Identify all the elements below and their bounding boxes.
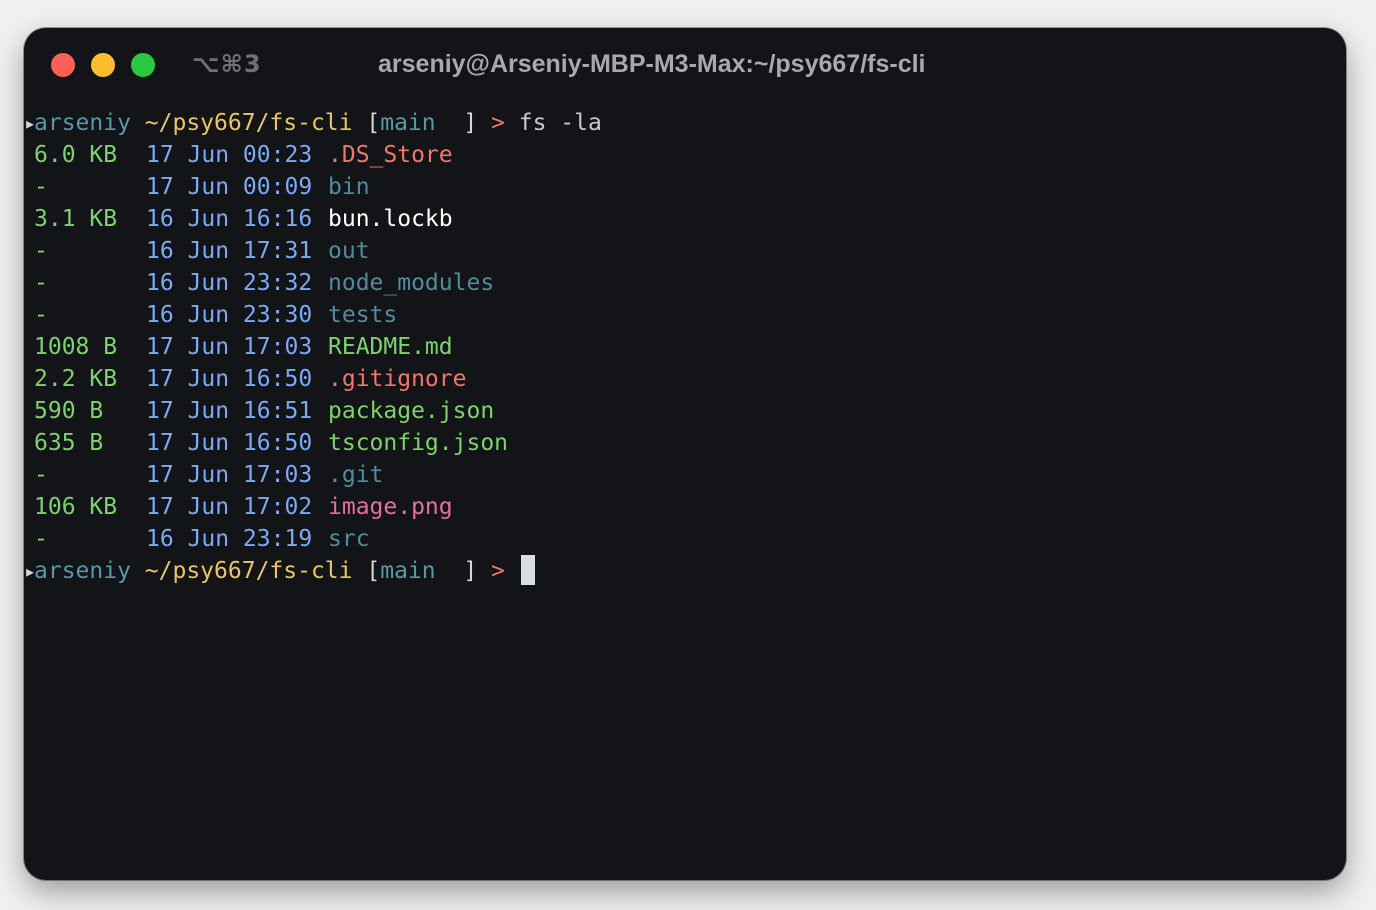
prompt-command: fs -la — [518, 110, 602, 136]
file-name: image.png — [328, 494, 453, 520]
file-name: bun.lockb — [328, 206, 453, 232]
file-size: 635 B — [34, 430, 104, 456]
prompt-close-bracket: ] — [463, 558, 478, 584]
file-size: 106 KB — [34, 494, 118, 520]
terminal-output[interactable]: ▸arseniy ~/psy667/fs-cli [main ] > fs -l… — [24, 107, 1346, 587]
window-title: arseniy@Arseniy-MBP-M3-Max:~/psy667/fs-c… — [378, 50, 926, 78]
file-date: 17 Jun 16:51 — [146, 398, 313, 424]
file-date: 17 Jun 16:50 — [146, 366, 313, 392]
file-name: .gitignore — [328, 366, 467, 392]
file-size: 590 B — [34, 398, 104, 424]
directory-name: out — [328, 238, 370, 264]
prompt-line: ▸arseniy ~/psy667/fs-cli [main ] > fs -l… — [24, 107, 1346, 139]
minimize-button[interactable] — [91, 53, 115, 77]
file-name: README.md — [328, 334, 453, 360]
file-size: - — [34, 302, 48, 328]
listing-row: - 16 Jun 23:30 tests — [24, 299, 1346, 331]
file-name: package.json — [328, 398, 495, 424]
listing-row: - 16 Jun 17:31 out — [24, 235, 1346, 267]
prompt-open-bracket: [ — [366, 110, 381, 136]
directory-name: .git — [328, 462, 384, 488]
text-cursor[interactable] — [520, 555, 535, 585]
listing-row: - 16 Jun 23:32 node_modules — [24, 267, 1346, 299]
prompt-close-bracket: ] — [463, 110, 478, 136]
listing-row: 3.1 KB 16 Jun 16:16 bun.lockb — [24, 203, 1346, 235]
listing-row: - 16 Jun 23:19 src — [24, 523, 1346, 555]
close-button[interactable] — [51, 53, 75, 77]
title-bar: ⌥⌘3 arseniy@Arseniy-MBP-M3-Max:~/psy667/… — [24, 28, 1346, 104]
prompt-line: ▸arseniy ~/psy667/fs-cli [main ] > — [24, 555, 1346, 587]
listing-row: 6.0 KB 17 Jun 00:23 .DS_Store — [24, 139, 1346, 171]
tab-shortcut-label: ⌥⌘3 — [192, 50, 262, 78]
prompt-path: ~/psy667/fs-cli — [144, 558, 353, 584]
prompt-symbol: > — [491, 558, 505, 584]
prompt-open-bracket: [ — [366, 558, 381, 584]
directory-name: bin — [328, 174, 370, 200]
file-name: .DS_Store — [328, 142, 453, 168]
prompt-user: arseniy — [34, 558, 131, 584]
prompt-branch: main — [380, 558, 436, 584]
directory-name: src — [328, 526, 370, 552]
prompt-user: arseniy — [34, 110, 131, 136]
directory-name: tests — [328, 302, 398, 328]
directory-name: node_modules — [328, 270, 495, 296]
file-date: 17 Jun 00:09 — [146, 174, 313, 200]
file-size: - — [34, 238, 48, 264]
file-size: 3.1 KB — [34, 206, 118, 232]
file-size: - — [34, 526, 48, 552]
file-date: 17 Jun 17:02 — [146, 494, 313, 520]
listing-row: 2.2 KB 17 Jun 16:50 .gitignore — [24, 363, 1346, 395]
terminal-window: ⌥⌘3 arseniy@Arseniy-MBP-M3-Max:~/psy667/… — [24, 28, 1346, 880]
file-date: 16 Jun 16:16 — [146, 206, 313, 232]
file-date: 16 Jun 17:31 — [146, 238, 313, 264]
listing-row: 635 B 17 Jun 16:50 tsconfig.json — [24, 427, 1346, 459]
listing-row: - 17 Jun 17:03 .git — [24, 459, 1346, 491]
file-date: 16 Jun 23:19 — [146, 526, 313, 552]
file-size: 2.2 KB — [34, 366, 118, 392]
file-size: - — [34, 270, 48, 296]
listing-row: 106 KB 17 Jun 17:02 image.png — [24, 491, 1346, 523]
file-size: - — [34, 462, 48, 488]
file-date: 17 Jun 00:23 — [146, 142, 313, 168]
file-size: 6.0 KB — [34, 142, 118, 168]
prompt-symbol: > — [491, 110, 505, 136]
zoom-button[interactable] — [131, 53, 155, 77]
prompt-caret-icon: ▸ — [24, 111, 37, 135]
prompt-path: ~/psy667/fs-cli — [144, 110, 353, 136]
file-date: 16 Jun 23:30 — [146, 302, 313, 328]
prompt-caret-icon: ▸ — [24, 559, 37, 583]
listing-row: 1008 B 17 Jun 17:03 README.md — [24, 331, 1346, 363]
file-name: tsconfig.json — [328, 430, 509, 456]
file-size: 1008 B — [34, 334, 118, 360]
file-date: 17 Jun 17:03 — [146, 462, 313, 488]
file-date: 17 Jun 17:03 — [146, 334, 313, 360]
listing-row: 590 B 17 Jun 16:51 package.json — [24, 395, 1346, 427]
file-date: 17 Jun 16:50 — [146, 430, 313, 456]
listing-row: - 17 Jun 00:09 bin — [24, 171, 1346, 203]
prompt-branch: main — [380, 110, 436, 136]
file-date: 16 Jun 23:32 — [146, 270, 313, 296]
file-size: - — [34, 174, 48, 200]
